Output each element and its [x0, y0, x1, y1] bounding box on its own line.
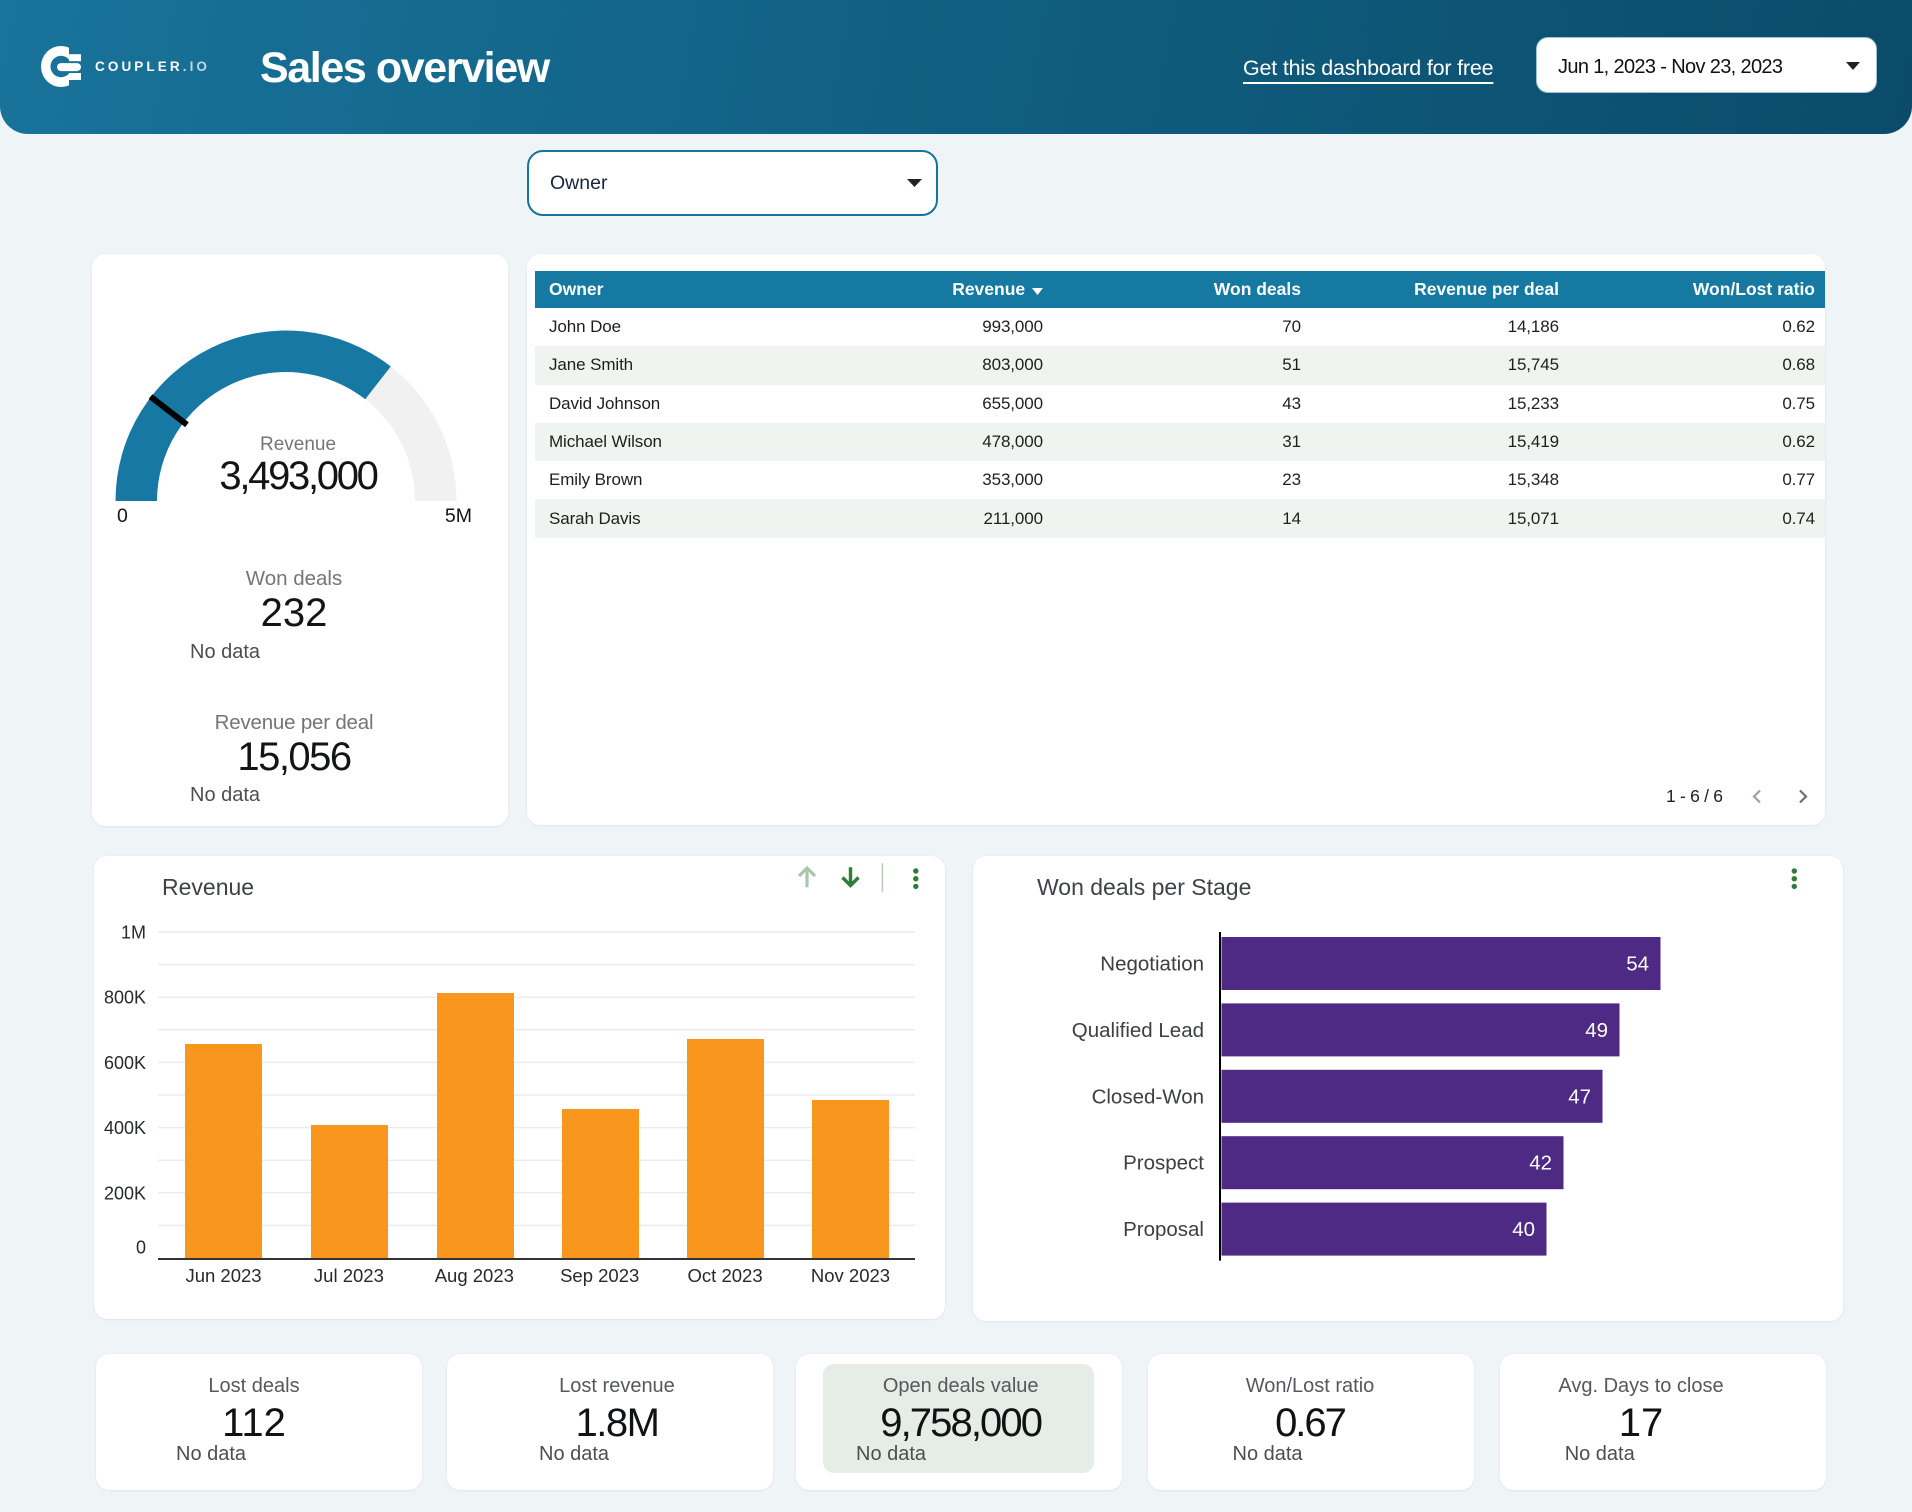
svg-text:40: 40 [1512, 1218, 1535, 1241]
svg-text:42: 42 [1529, 1152, 1552, 1175]
svg-text:1M: 1M [121, 923, 146, 943]
svg-text:Aug 2023: Aug 2023 [435, 1265, 514, 1286]
svg-text:800K: 800K [104, 988, 146, 1008]
svg-text:Closed-Won: Closed-Won [1092, 1085, 1204, 1108]
svg-text:Proposal: Proposal [1123, 1218, 1204, 1241]
svg-text:Negotiation: Negotiation [1100, 953, 1204, 976]
svg-text:Oct 2023: Oct 2023 [688, 1265, 763, 1286]
svg-text:Sep 2023: Sep 2023 [560, 1265, 639, 1286]
svg-text:Prospect: Prospect [1123, 1152, 1204, 1175]
svg-text:200K: 200K [104, 1183, 146, 1203]
svg-text:0: 0 [136, 1238, 146, 1258]
svg-text:Qualified Lead: Qualified Lead [1072, 1019, 1204, 1042]
svg-text:Jul 2023: Jul 2023 [314, 1265, 384, 1286]
svg-text:47: 47 [1568, 1085, 1591, 1108]
svg-text:49: 49 [1585, 1019, 1608, 1042]
svg-text:Jun 2023: Jun 2023 [185, 1265, 261, 1286]
svg-text:Nov 2023: Nov 2023 [811, 1265, 890, 1286]
svg-text:600K: 600K [104, 1053, 146, 1073]
svg-text:400K: 400K [104, 1118, 146, 1138]
svg-text:54: 54 [1626, 953, 1649, 976]
